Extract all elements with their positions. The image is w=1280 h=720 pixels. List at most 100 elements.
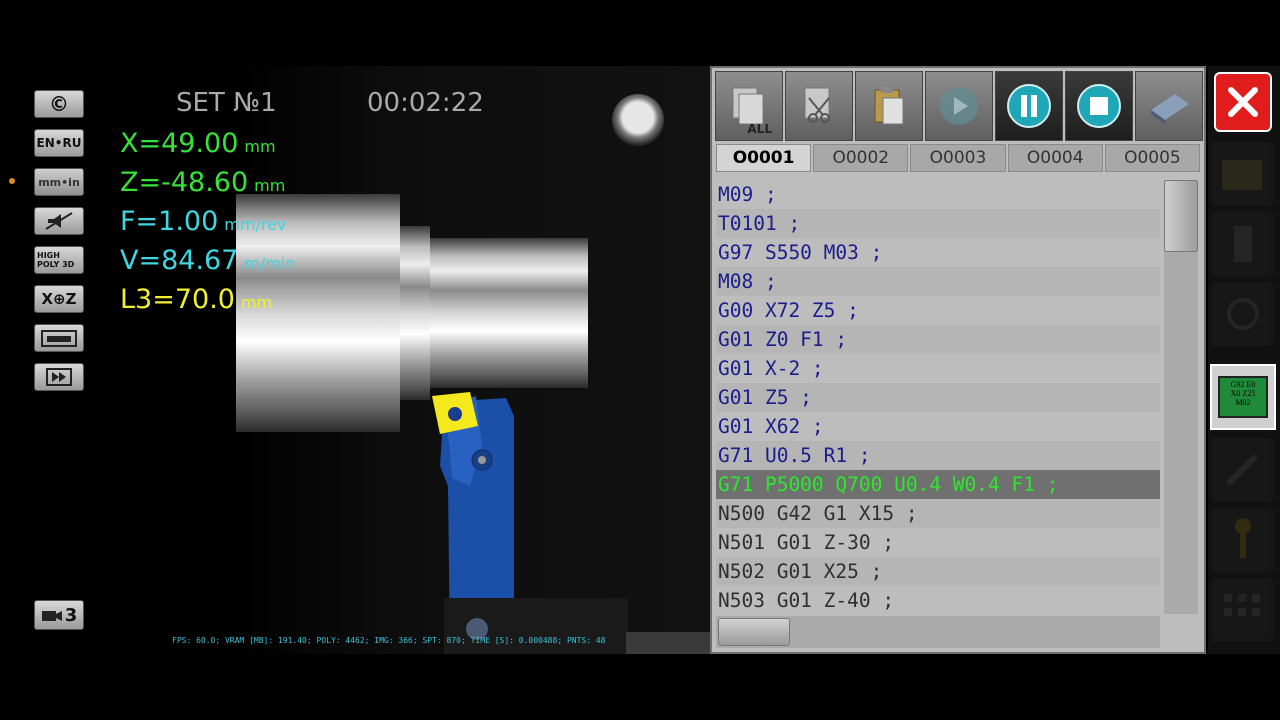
code-line[interactable]: G97 S550 M03 ; — [716, 238, 1160, 267]
l3-value: L3=70.0 — [120, 284, 235, 315]
workpiece-small-diameter — [430, 238, 588, 388]
speed-readout: V=84.67 m/min — [120, 245, 296, 276]
clamp-screw-head — [478, 456, 486, 464]
elapsed-timer: 00:02:22 — [367, 88, 484, 118]
code-line[interactable]: N500 G42 G1 X15 ; — [716, 499, 1160, 528]
program-icon-line: X0 Z25 — [1230, 389, 1256, 398]
tab-o0005[interactable]: O0005 — [1104, 144, 1201, 172]
l3-unit: mm — [240, 293, 273, 312]
language-toggle[interactable]: EN•RU — [34, 129, 84, 157]
x-unit: mm — [244, 137, 276, 156]
sound-toggle[interactable] — [34, 207, 84, 235]
code-line[interactable]: G00 X72 Z5 ; — [716, 296, 1160, 325]
feed-unit: mm/rev — [224, 215, 287, 234]
code-line[interactable]: M09 ; — [716, 180, 1160, 209]
quality-label: HIGH POLY 3D — [37, 251, 75, 269]
workpiece-step — [400, 226, 430, 400]
code-line-active[interactable]: G71 P5000 Q700 U0.4 W0.4 F1 ; — [716, 470, 1160, 499]
program-tabs: O0001 O0002 O0003 O0004 O0005 — [716, 144, 1202, 172]
play-button[interactable] — [925, 71, 993, 141]
tab-o0004[interactable]: O0004 — [1007, 144, 1103, 172]
tool-setup-button[interactable] — [1212, 212, 1274, 276]
tool-icon — [1234, 226, 1252, 262]
tailstock — [626, 632, 710, 654]
code-line[interactable]: G01 Z5 ; — [716, 383, 1160, 412]
program-editor: ALL O0001 O0002 O0003 O0004 O0005 M09 ; … — [710, 66, 1206, 654]
horizontal-scrollbar[interactable] — [716, 616, 1160, 648]
close-icon — [1228, 87, 1258, 117]
mute-icon — [45, 212, 73, 230]
measure-button[interactable] — [1212, 282, 1274, 346]
feed-readout: F=1.00 mm/rev — [120, 206, 286, 237]
spindle-button[interactable] — [612, 94, 664, 146]
cut-icon — [804, 87, 830, 123]
code-line[interactable]: N501 G01 Z-30 ; — [716, 528, 1160, 557]
select-all-label: ALL — [747, 122, 772, 136]
editor-toolbar: ALL — [715, 71, 1203, 143]
program-screen-icon: G92 E0 X0 Z25 M02 — [1218, 376, 1268, 418]
lathe-scene — [236, 66, 710, 654]
set-label: SET №1 — [176, 88, 277, 118]
axis-toggle[interactable]: X⊕Z — [34, 285, 84, 313]
program-icon-line: G92 E0 — [1230, 380, 1256, 389]
paste-button[interactable] — [855, 71, 923, 141]
tab-o0001[interactable]: O0001 — [716, 144, 812, 172]
z-value: Z=-48.60 — [120, 167, 249, 198]
code-line[interactable]: N502 G01 X25 ; — [716, 557, 1160, 586]
speed-unit: m/min — [244, 254, 296, 273]
copyright-icon: © — [49, 92, 69, 116]
vertical-scroll-thumb[interactable] — [1164, 180, 1198, 252]
wrench-icon — [1225, 453, 1259, 487]
feed-value: F=1.00 — [120, 206, 219, 237]
wrench-button[interactable] — [1212, 438, 1274, 502]
playback-button[interactable] — [34, 363, 84, 391]
tab-o0002[interactable]: O0002 — [813, 144, 909, 172]
select-all-button[interactable]: ALL — [715, 71, 783, 141]
x-readout: X=49.00 mm — [120, 128, 276, 159]
z-readout: Z=-48.60 mm — [120, 167, 285, 198]
keypad-button[interactable] — [1212, 578, 1274, 642]
fast-forward-icon — [46, 368, 72, 386]
machining-viewport[interactable] — [0, 66, 710, 654]
close-button[interactable] — [1214, 72, 1272, 132]
z-unit: mm — [254, 176, 286, 195]
paste-icon — [874, 86, 904, 125]
stop-icon — [1077, 84, 1121, 128]
code-line[interactable]: N503 G01 Z-40 ; — [716, 586, 1160, 614]
reset-button[interactable] — [1135, 71, 1203, 141]
tab-o0003[interactable]: O0003 — [910, 144, 1006, 172]
l3-readout: L3=70.0 mm — [120, 284, 272, 315]
code-line[interactable]: G01 X62 ; — [716, 412, 1160, 441]
code-line[interactable]: G71 U0.5 R1 ; — [716, 441, 1160, 470]
pause-button[interactable] — [995, 71, 1063, 141]
debug-status-line: FPS: 60.0; VRAM [MB]: 191.40; POLY: 4462… — [172, 636, 606, 645]
horizontal-scroll-thumb[interactable] — [718, 618, 790, 646]
keypad-icon — [1224, 594, 1260, 616]
stop-button[interactable] — [1065, 71, 1133, 141]
code-line[interactable]: G01 X-2 ; — [716, 354, 1160, 383]
vertical-scrollbar[interactable] — [1164, 180, 1198, 614]
cut-button[interactable] — [785, 71, 853, 141]
machine-view-button[interactable] — [34, 324, 84, 352]
quality-toggle[interactable]: HIGH POLY 3D — [34, 246, 84, 274]
code-area[interactable]: M09 ; T0101 ; G97 S550 M03 ; M08 ; G00 X… — [716, 180, 1160, 614]
camera-button[interactable]: 3 — [34, 600, 84, 630]
axis-label: X⊕Z — [41, 290, 77, 308]
play-icon — [940, 87, 978, 125]
insert-screw — [448, 407, 462, 421]
program-editor-button[interactable]: G92 E0 X0 Z25 M02 — [1210, 364, 1276, 430]
pause-icon — [1007, 84, 1051, 128]
code-line[interactable]: M08 ; — [716, 267, 1160, 296]
units-toggle[interactable]: mm•in — [34, 168, 84, 196]
machine-icon — [41, 330, 77, 347]
code-line[interactable]: T0101 ; — [716, 209, 1160, 238]
camera-icon — [41, 611, 62, 621]
code-line[interactable]: G01 Z0 F1 ; — [716, 325, 1160, 354]
measure-icon — [1227, 298, 1259, 330]
x-value: X=49.00 — [120, 128, 239, 159]
copyright-button[interactable]: © — [34, 90, 84, 118]
language-label: EN•RU — [36, 136, 82, 150]
folder-button[interactable] — [1212, 142, 1274, 206]
units-label: mm•in — [38, 175, 80, 189]
key-button[interactable] — [1212, 508, 1274, 572]
